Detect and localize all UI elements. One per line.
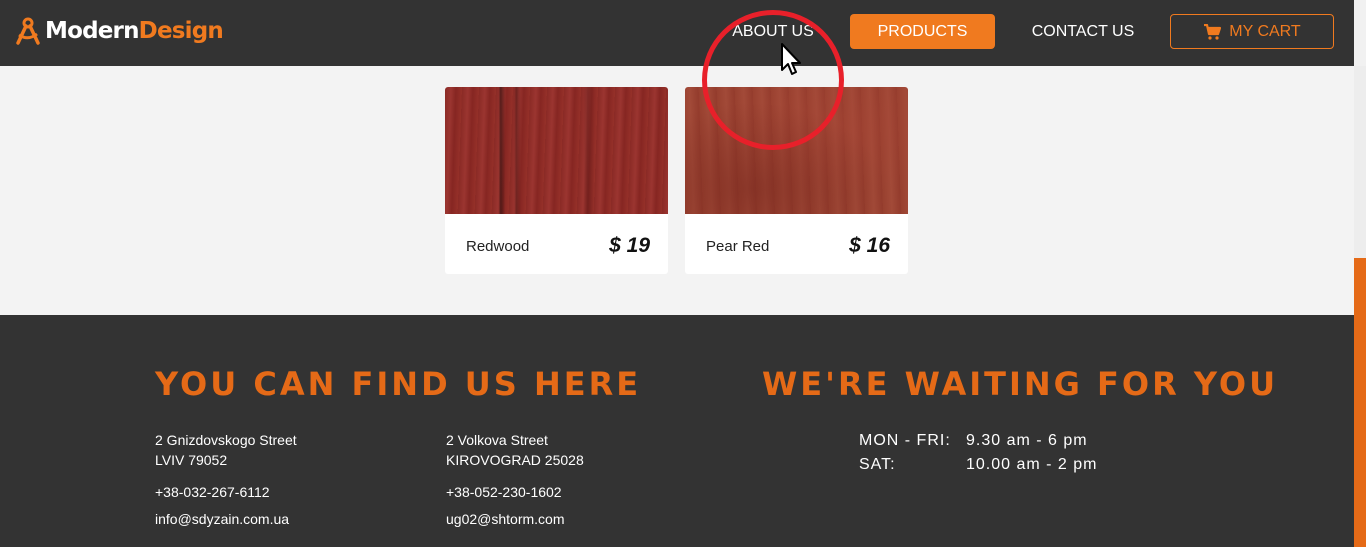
city: LVIV 79052 bbox=[155, 452, 228, 468]
logo-text: ModernDesign bbox=[45, 18, 224, 44]
product-card[interactable]: Pear Red $ 16 bbox=[685, 87, 908, 274]
scrollbar-track[interactable] bbox=[1354, 66, 1366, 258]
cart-icon bbox=[1204, 23, 1222, 40]
page-scrollbar[interactable] bbox=[1354, 0, 1366, 547]
nav-products[interactable]: PRODUCTS bbox=[850, 14, 995, 49]
email-kirovograd[interactable]: ug02@shtorm.com bbox=[446, 509, 564, 529]
city: KIROVOGRAD 25028 bbox=[446, 452, 584, 468]
product-card[interactable]: Redwood $ 19 bbox=[445, 87, 668, 274]
street: 2 Gnizdovskogo Street bbox=[155, 432, 297, 448]
site-logo[interactable]: ModernDesign bbox=[15, 17, 224, 45]
product-price: $ 16 bbox=[849, 234, 890, 257]
product-name: Redwood bbox=[466, 238, 530, 255]
street: 2 Volkova Street bbox=[446, 432, 548, 448]
hours-time: 9.30 am - 6 pm bbox=[966, 432, 1088, 449]
my-cart-label: MY CART bbox=[1229, 22, 1301, 40]
product-name: Pear Red bbox=[706, 238, 770, 255]
nav-about-us[interactable]: ABOUT US bbox=[720, 14, 826, 49]
hours-day: SAT: bbox=[859, 456, 896, 473]
waiting-heading: WE'RE WAITING FOR YOU bbox=[762, 365, 1279, 403]
product-price: $ 19 bbox=[609, 234, 650, 257]
compass-logo-icon bbox=[16, 17, 40, 45]
hours-time: 10.00 am - 2 pm bbox=[966, 456, 1098, 473]
opening-hours: MON - FRI: 9.30 am - 6 pm SAT: 10.00 am … bbox=[859, 432, 1098, 480]
product-image[interactable] bbox=[445, 87, 668, 214]
address-lviv: 2 Gnizdovskogo Street LVIV 79052 bbox=[155, 430, 297, 470]
phone-lviv[interactable]: +38-032-267-6112 bbox=[155, 482, 270, 502]
address-kirovograd: 2 Volkova Street KIROVOGRAD 25028 bbox=[446, 430, 584, 470]
product-image[interactable] bbox=[685, 87, 908, 214]
footer: YOU CAN FIND US HERE WE'RE WAITING FOR Y… bbox=[0, 315, 1354, 547]
find-us-heading: YOU CAN FIND US HERE bbox=[155, 365, 642, 403]
my-cart-button[interactable]: MY CART bbox=[1170, 14, 1334, 49]
hours-day: MON - FRI: bbox=[859, 432, 951, 449]
scrollbar-thumb[interactable] bbox=[1354, 258, 1366, 547]
email-lviv[interactable]: info@sdyzain.com.ua bbox=[155, 509, 289, 529]
top-navbar: ModernDesign ABOUT US PRODUCTS CONTACT U… bbox=[0, 0, 1354, 66]
hours-row: SAT: 10.00 am - 2 pm bbox=[859, 456, 1098, 480]
hours-row: MON - FRI: 9.30 am - 6 pm bbox=[859, 432, 1098, 456]
phone-kirovograd[interactable]: +38-052-230-1602 bbox=[446, 482, 562, 502]
nav-contact-us[interactable]: CONTACT US bbox=[1020, 14, 1146, 49]
